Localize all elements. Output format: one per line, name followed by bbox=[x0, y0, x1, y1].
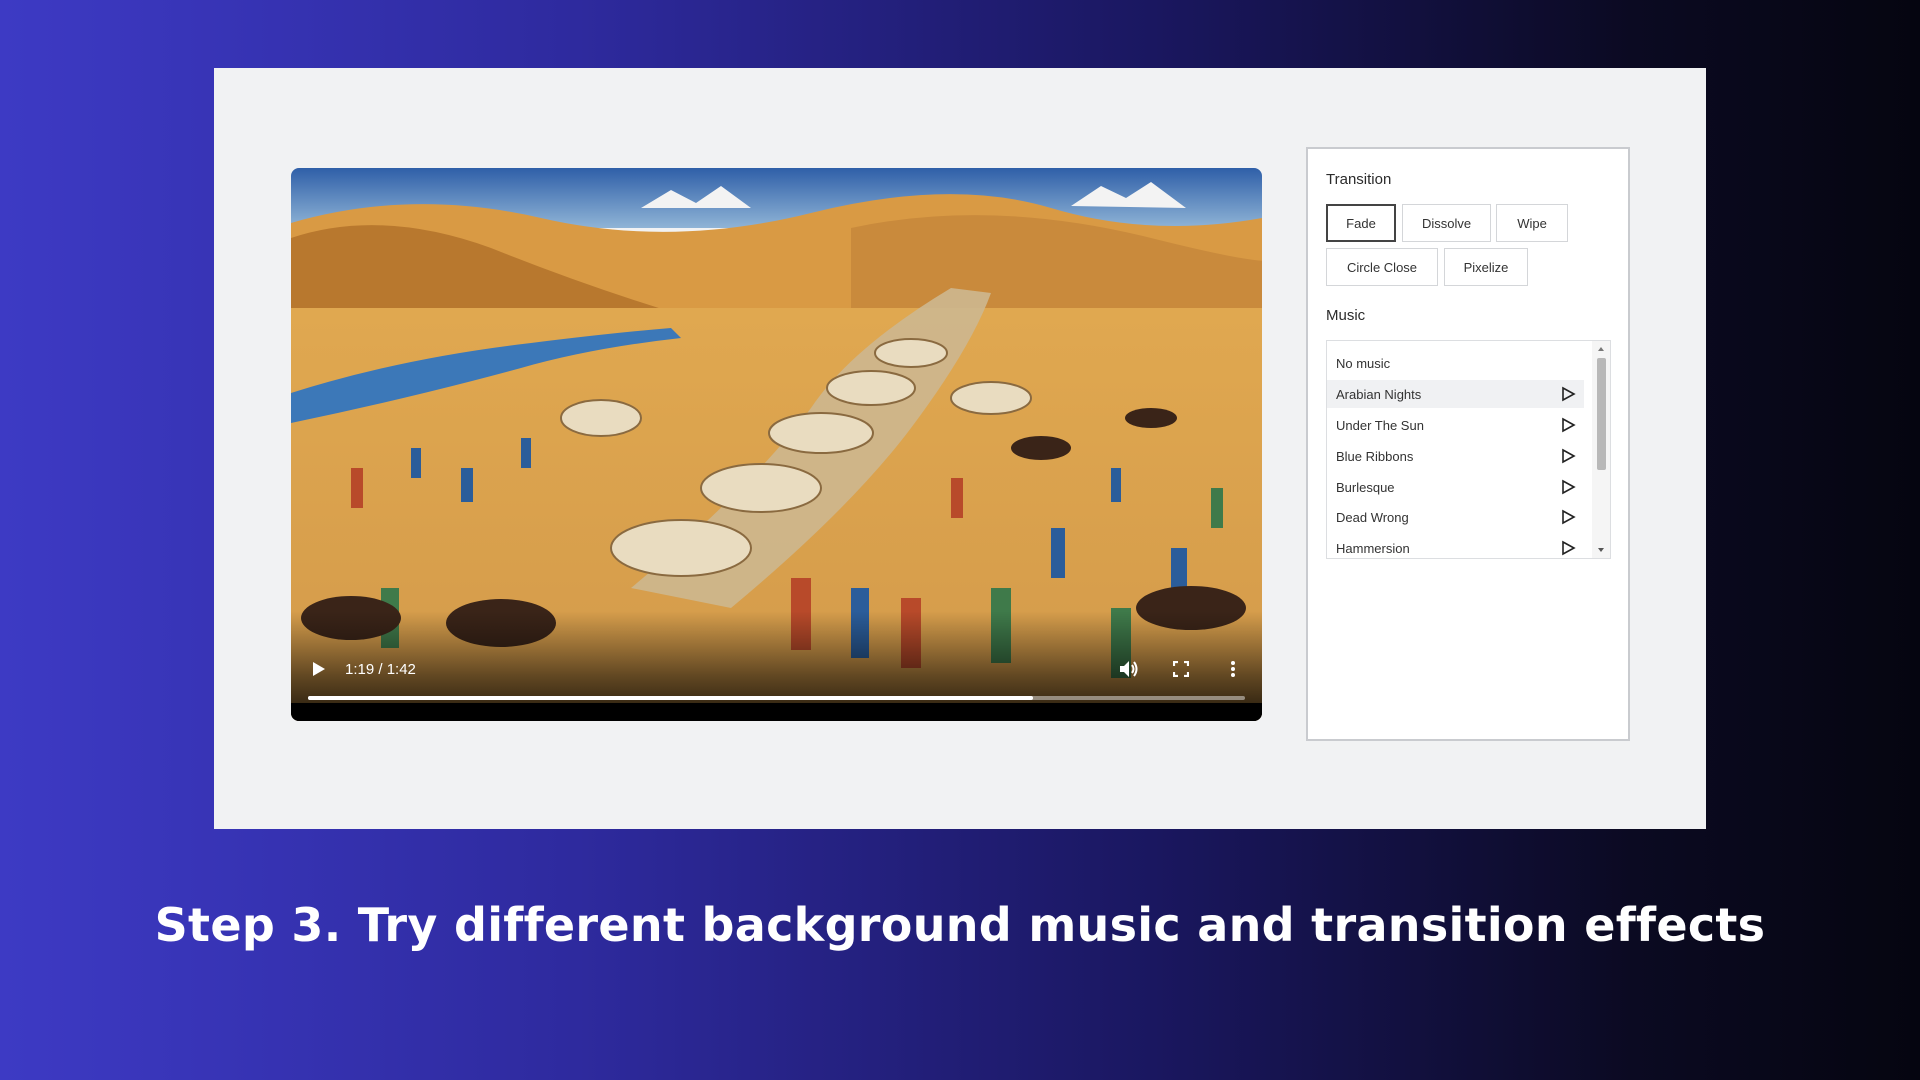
play-icon[interactable] bbox=[1560, 540, 1576, 556]
music-track-dead-wrong[interactable]: Dead Wrong bbox=[1327, 503, 1584, 531]
track-label: Under The Sun bbox=[1336, 417, 1424, 433]
video-bottom-bar bbox=[291, 703, 1262, 721]
video-player[interactable]: 1:19 / 1:42 bbox=[291, 168, 1262, 721]
music-track-hammersion[interactable]: Hammersion bbox=[1327, 534, 1584, 558]
play-icon[interactable] bbox=[1560, 417, 1576, 433]
scroll-down-arrow-icon[interactable] bbox=[1596, 545, 1606, 555]
track-label: Burlesque bbox=[1336, 479, 1395, 495]
fullscreen-button[interactable] bbox=[1168, 656, 1194, 682]
track-label: Arabian Nights bbox=[1336, 386, 1422, 402]
play-icon[interactable] bbox=[1560, 509, 1576, 525]
track-label: Dead Wrong bbox=[1336, 509, 1409, 525]
music-label: Music bbox=[1326, 307, 1366, 324]
play-icon[interactable] bbox=[1560, 479, 1576, 495]
progress-fill bbox=[308, 696, 1034, 700]
track-label: No music bbox=[1336, 355, 1391, 371]
progress-bar[interactable] bbox=[308, 696, 1245, 700]
music-track-burlesque[interactable]: Burlesque bbox=[1327, 473, 1584, 501]
fullscreen-icon bbox=[1173, 661, 1189, 677]
music-track-arabian-nights[interactable]: Arabian Nights bbox=[1327, 380, 1584, 408]
settings-panel: Transition Fade Dissolve Wipe Circle Clo… bbox=[1306, 147, 1630, 741]
app-card: 1:19 / 1:42 Transition Fade Dissolve Wip… bbox=[214, 68, 1706, 829]
play-button[interactable] bbox=[307, 657, 331, 681]
music-list-scrollbar[interactable] bbox=[1592, 341, 1610, 558]
track-label: Hammersion bbox=[1336, 540, 1410, 556]
scroll-thumb[interactable] bbox=[1597, 358, 1606, 470]
transition-option-circle-close[interactable]: Circle Close bbox=[1326, 248, 1438, 286]
volume-button[interactable] bbox=[1116, 656, 1142, 682]
time-display: 1:19 / 1:42 bbox=[345, 660, 416, 678]
music-track-blue-ribbons[interactable]: Blue Ribbons bbox=[1327, 442, 1584, 470]
music-track-under-the-sun[interactable]: Under The Sun bbox=[1327, 411, 1584, 439]
player-controls: 1:19 / 1:42 bbox=[291, 653, 1262, 685]
track-label: Blue Ribbons bbox=[1336, 448, 1414, 464]
transition-option-dissolve[interactable]: Dissolve bbox=[1402, 204, 1491, 242]
music-track-no-music[interactable]: No music bbox=[1327, 349, 1584, 377]
scroll-up-arrow-icon[interactable] bbox=[1596, 344, 1606, 354]
volume-icon bbox=[1120, 661, 1138, 677]
more-vertical-icon bbox=[1231, 661, 1235, 677]
step-caption: Step 3. Try different background music a… bbox=[154, 898, 1766, 952]
play-icon[interactable] bbox=[1560, 386, 1576, 402]
transition-label: Transition bbox=[1326, 171, 1392, 188]
play-icon bbox=[313, 662, 325, 676]
play-icon[interactable] bbox=[1560, 448, 1576, 464]
music-list: No music Arabian Nights Under The Sun Bl… bbox=[1326, 340, 1611, 559]
transition-option-pixelize[interactable]: Pixelize bbox=[1444, 248, 1528, 286]
transition-option-wipe[interactable]: Wipe bbox=[1496, 204, 1568, 242]
transition-option-fade[interactable]: Fade bbox=[1326, 204, 1396, 242]
more-options-button[interactable] bbox=[1220, 656, 1246, 682]
